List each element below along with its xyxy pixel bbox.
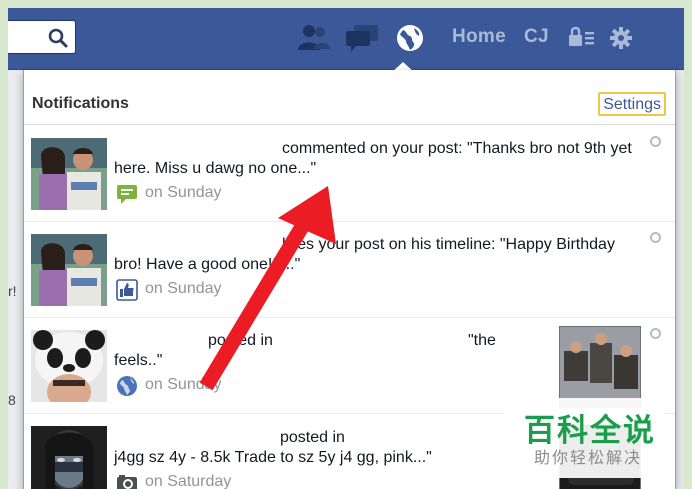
top-bar: Home CJ <box>8 8 684 70</box>
comment-icon <box>117 185 137 204</box>
settings-gear-icon[interactable] <box>608 22 634 54</box>
messages-icon[interactable] <box>344 22 380 54</box>
post-thumbnail[interactable] <box>559 326 641 408</box>
avatar <box>31 330 107 402</box>
privacy-lock-icon[interactable] <box>566 22 596 54</box>
watermark: 百科全说 助你轻松解决 <box>504 398 664 478</box>
browser-frame: Home CJ r! 8 Notifications Settings comm… <box>8 8 684 489</box>
notification-settings-link[interactable]: Settings <box>598 92 666 116</box>
avatar <box>31 234 107 306</box>
annotation-arrow <box>199 186 336 391</box>
notification-text: here. Miss u dawg no one..." <box>114 160 317 177</box>
notification-item[interactable]: commented on your post: "Thanks bro not … <box>24 126 675 222</box>
mark-as-read-dot[interactable] <box>650 136 661 147</box>
search-icon[interactable] <box>47 27 69 49</box>
notification-item[interactable]: likes your post on his timeline: "Happy … <box>24 222 675 318</box>
watermark-subtitle: 助你轻松解决 <box>534 450 643 467</box>
avatar <box>31 138 107 210</box>
avatar <box>31 426 107 489</box>
globe-notifications-icon[interactable] <box>392 22 428 54</box>
search-input[interactable] <box>8 21 44 53</box>
notification-text: posted in <box>280 429 345 446</box>
profile-initials[interactable]: CJ <box>524 26 549 48</box>
mark-as-read-dot[interactable] <box>650 328 661 339</box>
left-column-fragment: 8 <box>8 392 16 408</box>
mark-as-read-dot[interactable] <box>650 232 661 243</box>
home-link[interactable]: Home <box>452 26 506 48</box>
panel-title: Notifications <box>32 95 129 112</box>
search-box[interactable] <box>8 20 76 54</box>
notification-text: feels.." <box>114 352 163 369</box>
like-icon <box>116 279 138 301</box>
left-column-fragment: r! <box>8 283 17 299</box>
notification-time: on Saturday <box>145 473 232 489</box>
notification-text: commented on your post: "Thanks bro not … <box>282 140 632 157</box>
globe-icon <box>117 376 137 396</box>
notification-text: "the <box>468 332 496 349</box>
camera-icon <box>117 475 137 489</box>
thumbnail-image <box>560 327 640 407</box>
friends-icon[interactable] <box>296 22 332 54</box>
panel-header: Notifications Settings <box>24 70 675 125</box>
notification-text: j4gg sz 4y - 8.5k Trade to sz 5y j4 gg, … <box>114 449 432 466</box>
